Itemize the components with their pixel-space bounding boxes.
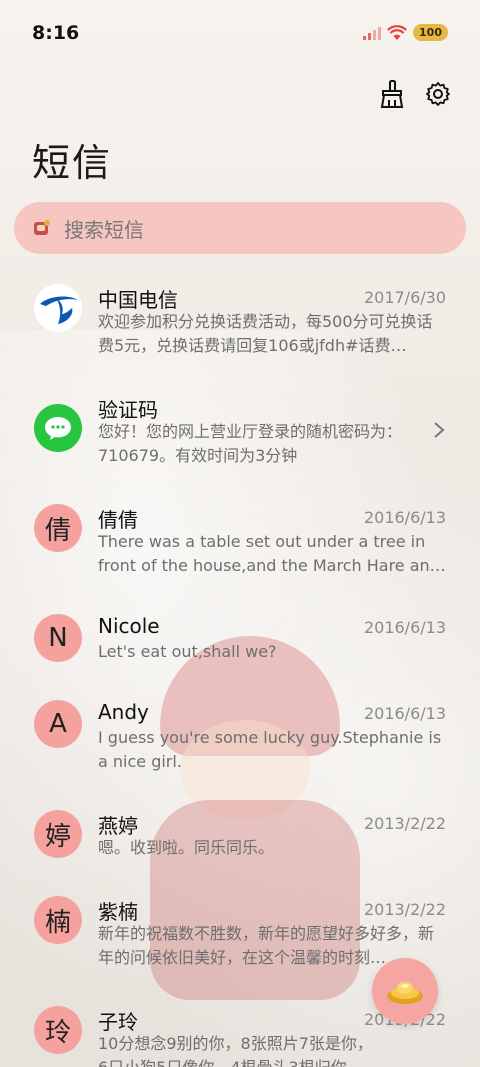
contact-name: Andy xyxy=(98,700,149,724)
signal-icon xyxy=(363,26,382,40)
settings-gear-icon[interactable] xyxy=(424,80,452,108)
message-snippet: Let's eat out,shall we? xyxy=(98,642,277,661)
contact-avatar: A xyxy=(34,700,82,748)
contact-avatar: 婷 xyxy=(34,810,82,858)
message-row[interactable]: N Nicole 2016/6/13 Let's eat out,shall w… xyxy=(0,614,480,674)
message-date: 2016/6/13 xyxy=(363,704,446,723)
message-row[interactable]: 验证码 您好！您的网上营业厅登录的随机密码为：710679。有效时间为3分钟 xyxy=(0,394,480,474)
message-date: 2013/2/22 xyxy=(363,900,446,919)
status-time: 8:16 xyxy=(32,22,80,44)
message-date: 2017/6/30 xyxy=(363,288,446,307)
contact-name: 子玲 xyxy=(98,1010,138,1034)
contact-name: 紫楠 xyxy=(98,900,138,924)
message-date: 2016/6/13 xyxy=(363,508,446,527)
message-snippet: 您好！您的网上营业厅登录的随机密码为：710679。有效时间为3分钟 xyxy=(98,422,403,465)
message-snippet: There was a table set out under a tree i… xyxy=(98,532,446,575)
message-snippet: 10分想念9别的你，8张照片7张是你，6只小狗5只像你，4根骨头3根归你，2爪着… xyxy=(98,1034,373,1067)
chat-bubble-icon xyxy=(34,404,82,452)
message-row[interactable]: A Andy 2016/6/13 I guess you're some luc… xyxy=(0,700,480,780)
gold-ingot-icon xyxy=(387,982,423,1004)
search-placeholder: 搜索短信 xyxy=(64,217,144,242)
contact-avatar: 楠 xyxy=(34,896,82,944)
message-date: 2013/2/22 xyxy=(363,814,446,833)
contact-name: 倩倩 xyxy=(98,508,138,532)
contact-avatar: 倩 xyxy=(34,504,82,552)
contact-avatar: N xyxy=(34,614,82,662)
message-snippet: 欢迎参加积分兑换话费活动，每500分可兑换话费5元，兑换话费请回复106或jfd… xyxy=(98,312,433,355)
message-row[interactable]: 婷 燕婷 2013/2/22 嗯。收到啦。同乐同乐。 xyxy=(0,810,480,870)
contact-name: 燕婷 xyxy=(98,814,138,838)
status-bar: 8:16 100 xyxy=(0,0,480,64)
clean-brush-icon[interactable] xyxy=(378,80,406,108)
china-telecom-logo-icon xyxy=(34,284,82,332)
wifi-icon xyxy=(387,24,408,40)
status-icons: 100 xyxy=(363,24,448,41)
message-snippet: I guess you're some lucky guy.Stephanie … xyxy=(98,728,442,771)
contact-name: Nicole xyxy=(98,614,160,638)
contact-name: 中国电信 xyxy=(98,288,178,312)
compose-button[interactable] xyxy=(372,958,438,1024)
battery-indicator: 100 xyxy=(413,24,448,41)
search-mascot-icon xyxy=(34,220,50,235)
message-date: 2016/6/13 xyxy=(363,618,446,637)
message-row[interactable]: 倩 倩倩 2016/6/13 There was a table set out… xyxy=(0,504,480,584)
message-row[interactable]: 中国电信 2017/6/30 欢迎参加积分兑换话费活动，每500分可兑换话费5元… xyxy=(0,284,480,364)
contact-avatar: 玲 xyxy=(34,1006,82,1054)
message-snippet: 嗯。收到啦。同乐同乐。 xyxy=(98,838,275,857)
search-bar[interactable]: 搜索短信 xyxy=(14,202,466,254)
chevron-right-icon xyxy=(434,422,445,438)
top-actions xyxy=(378,80,452,108)
contact-name: 验证码 xyxy=(98,398,158,422)
page-title: 短信 xyxy=(32,141,113,185)
